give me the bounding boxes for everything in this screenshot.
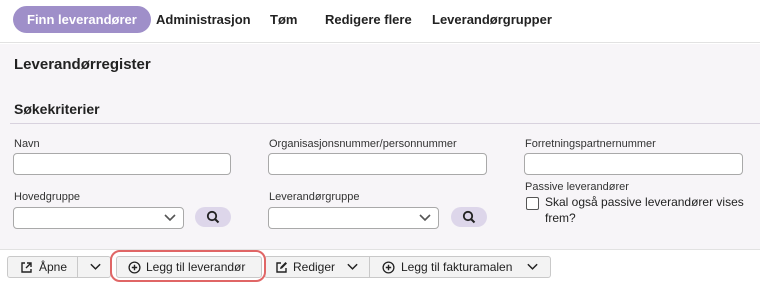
search-icon [206, 210, 220, 224]
leverandorgruppe-label: Leverandørgruppe [269, 191, 360, 203]
passive-checkbox[interactable] [526, 197, 539, 210]
edit-button-label: Rediger [293, 260, 336, 274]
page-title: Leverandørregister [14, 56, 151, 73]
leverandorgruppe-search-button[interactable] [451, 207, 487, 227]
open-button[interactable]: Åpne [7, 256, 78, 278]
passive-checkbox-label: Skal også passive leverandører vises fre… [545, 195, 744, 225]
chevron-down-icon [527, 263, 538, 270]
forretningspartner-label: Forretningspartnernummer [525, 138, 656, 150]
tab-leverandorgrupper[interactable]: Leverandørgrupper [432, 6, 552, 33]
top-tab-bar: Finn leverandører Administrasjon Tøm Red… [0, 0, 760, 43]
chevron-down-icon [90, 263, 101, 270]
passive-label: Passive leverandører [525, 181, 629, 193]
search-panel: Leverandørregister Søkekriterier Navn Or… [0, 44, 760, 249]
tab-tom[interactable]: Tøm [270, 6, 297, 33]
search-icon [462, 210, 476, 224]
forretningspartner-input[interactable] [524, 153, 743, 175]
chevron-down-icon [419, 214, 431, 222]
navn-input[interactable] [13, 153, 231, 175]
add-invoice-template-label: Legg til fakturamalen [401, 260, 513, 274]
tab-redigere-flere[interactable]: Redigere flere [325, 6, 412, 33]
external-link-icon [21, 262, 32, 273]
tab-administrasjon[interactable]: Administrasjon [156, 6, 251, 33]
section-title: Søkekriterier [14, 101, 100, 117]
section-divider [10, 123, 760, 124]
highlight-ring [110, 250, 266, 282]
chevron-down-icon [164, 214, 176, 222]
plus-circle-icon [382, 261, 395, 274]
open-dropdown-button[interactable] [78, 256, 111, 278]
add-invoice-template-button[interactable]: Legg til fakturamalen [370, 256, 551, 278]
edit-icon [276, 262, 287, 273]
open-button-label: Åpne [39, 260, 68, 274]
orgnr-label: Organisasjonsnummer/personnummer [269, 138, 457, 150]
navn-label: Navn [14, 138, 40, 150]
edit-button[interactable]: Rediger [264, 256, 370, 278]
tab-finn-leverandorer[interactable]: Finn leverandører [13, 6, 151, 33]
hovedgruppe-label: Hovedgruppe [14, 191, 81, 203]
hovedgruppe-search-button[interactable] [195, 207, 231, 227]
leverandorgruppe-select[interactable] [268, 207, 439, 229]
orgnr-input[interactable] [268, 153, 487, 175]
hovedgruppe-select[interactable] [13, 207, 184, 229]
chevron-down-icon [347, 263, 358, 270]
